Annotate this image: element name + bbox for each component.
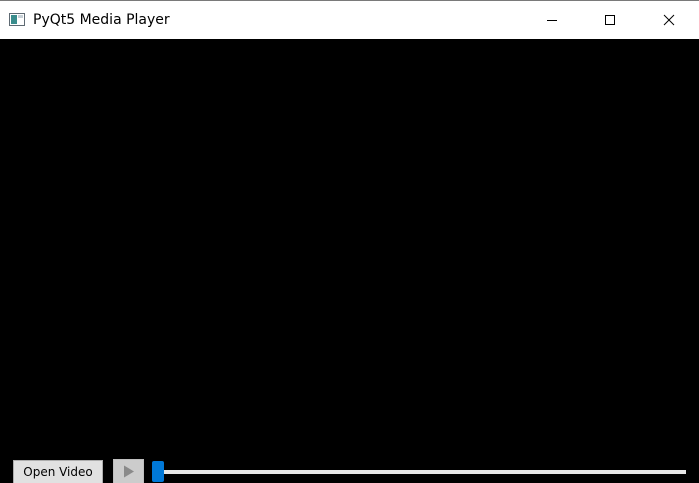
slider-groove[interactable] <box>152 470 686 474</box>
position-slider[interactable] <box>152 460 687 483</box>
slider-handle[interactable] <box>152 461 164 482</box>
window-title: PyQt5 Media Player <box>33 12 170 28</box>
maximize-icon <box>604 11 616 30</box>
minimize-icon <box>546 11 558 30</box>
close-button[interactable] <box>646 1 692 39</box>
media-player-window: PyQt5 Media Player Open Video <box>0 0 699 483</box>
playback-controls: Open Video <box>0 458 699 483</box>
close-icon <box>663 11 675 30</box>
maximize-button[interactable] <box>587 1 633 39</box>
title-bar[interactable]: PyQt5 Media Player <box>0 1 699 39</box>
open-video-button[interactable]: Open Video <box>13 460 103 483</box>
app-window-icon <box>9 11 25 26</box>
play-button[interactable] <box>113 459 144 483</box>
play-icon <box>123 465 135 481</box>
video-display: Open Video <box>0 39 699 483</box>
minimize-button[interactable] <box>529 1 575 39</box>
